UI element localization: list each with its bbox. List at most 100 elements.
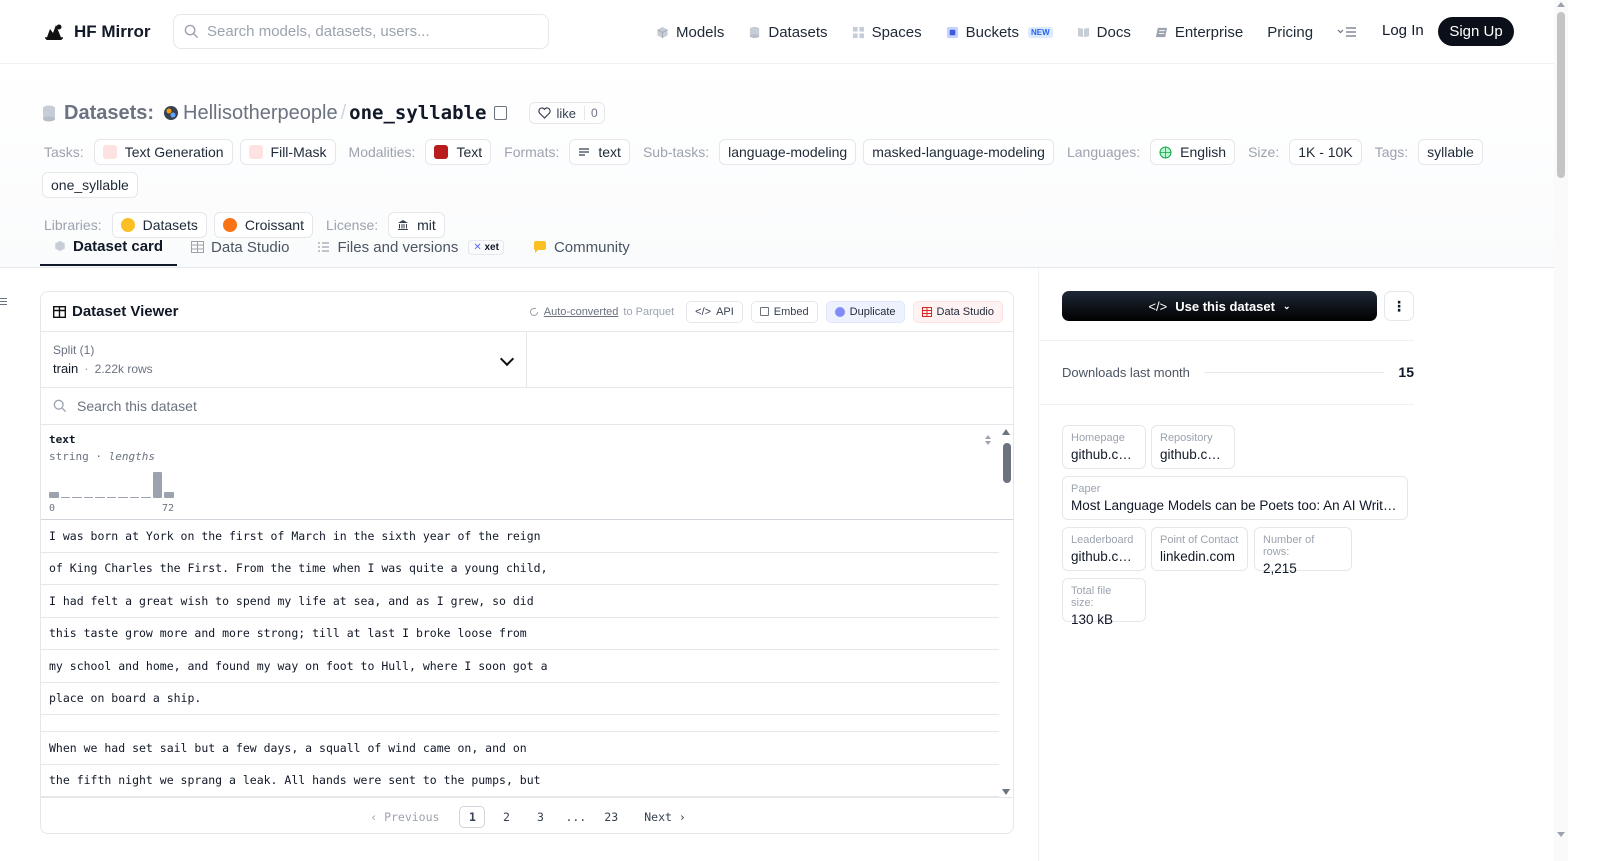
global-search[interactable] [173, 14, 549, 49]
page-scrollbar[interactable] [1554, 0, 1568, 861]
dataset-owner-name: Hellisotherpeople [183, 101, 338, 124]
brand-logo-icon [45, 24, 63, 40]
histogram-bar[interactable] [141, 496, 151, 498]
duplicate-button[interactable]: Duplicate [825, 300, 905, 323]
tab-dataset-card[interactable]: Dataset card [40, 228, 178, 266]
page-button-3[interactable]: 3 [527, 806, 553, 828]
top-navigation-bar: HF Mirror Models Datasets Spaces Buckets… [0, 0, 1554, 64]
table-scroll-down-arrow[interactable] [1002, 789, 1010, 795]
scroll-down-arrow[interactable] [1557, 832, 1565, 837]
auto-converted-link[interactable]: Auto-converted [544, 306, 619, 318]
nav-spaces[interactable]: Spaces [852, 24, 922, 41]
leaderboard-card[interactable]: Leaderboard github.com [1062, 527, 1146, 571]
histogram-bar[interactable] [129, 496, 139, 498]
dataset-name[interactable]: one_syllable [349, 102, 486, 124]
histogram-bar[interactable] [164, 491, 174, 498]
tag-modality-text[interactable]: Text [425, 139, 492, 165]
histogram-bar[interactable] [118, 496, 128, 498]
table-scroll-up-arrow[interactable] [1002, 429, 1010, 435]
tag-language-modeling[interactable]: language-modeling [719, 139, 857, 165]
histogram-bar[interactable] [106, 496, 116, 498]
dataset-viewer: Dataset Viewer Auto-converted to Parquet… [40, 291, 1014, 834]
tag-syllable[interactable]: syllable [1418, 139, 1483, 165]
column-type: string · lengths [49, 450, 155, 463]
page-button-1[interactable]: 1 [459, 805, 486, 828]
copy-icon[interactable] [494, 106, 508, 120]
dataset-owner[interactable]: Hellisotherpeople [164, 102, 338, 125]
table-row[interactable]: When we had set sail but a few days, a s… [41, 732, 999, 765]
owner-avatar [164, 106, 179, 120]
paper-card[interactable]: Paper Most Language Models can be Poets … [1062, 476, 1408, 520]
nav-enterprise[interactable]: Enterprise [1155, 24, 1243, 41]
histogram-bar[interactable] [152, 472, 162, 498]
cube-icon [55, 240, 65, 252]
previous-page-button[interactable]: ‹ Previous [366, 806, 443, 828]
table-row[interactable]: I was born at York on the first of March… [41, 520, 999, 553]
table-icon [191, 241, 205, 253]
brand-logo[interactable]: HF Mirror [42, 20, 151, 44]
page-button-2[interactable]: 2 [493, 806, 519, 828]
toc-toggle-icon[interactable] [0, 298, 8, 308]
histogram-bar[interactable] [83, 496, 93, 498]
tag-language-english[interactable]: English [1150, 139, 1236, 165]
homepage-card[interactable]: Homepage github.com [1062, 425, 1146, 469]
nav-buckets-label: Buckets [965, 23, 1019, 41]
tag-masked-language-modeling[interactable]: masked-language-modeling [863, 139, 1054, 165]
use-this-dataset-button[interactable]: </> Use this dataset ⌄ [1062, 291, 1377, 321]
more-options-button[interactable]: ⋮ [1384, 291, 1414, 321]
dataset-search[interactable] [41, 388, 1013, 425]
card-key: Paper [1071, 483, 1101, 495]
repository-card[interactable]: Repository github.com [1151, 425, 1235, 469]
table-row[interactable]: I had felt a great wish to spend my life… [41, 585, 999, 618]
lines-icon [579, 148, 590, 156]
nav-buckets[interactable]: Buckets NEW [946, 24, 1053, 41]
like-button[interactable]: like 0 [529, 102, 605, 124]
histogram-bar[interactable] [95, 496, 105, 498]
tag-one-syllable[interactable]: one_syllable [42, 172, 138, 198]
split-selector[interactable]: Split (1) train · 2.22k rows [41, 332, 527, 387]
tag-fill-mask[interactable]: Fill-Mask [239, 139, 336, 165]
point-of-contact-card[interactable]: Point of Contact linkedin.com [1151, 527, 1248, 571]
global-search-input[interactable] [207, 23, 527, 40]
embed-button[interactable]: Embed [750, 300, 818, 323]
viewer-actions: Auto-converted to Parquet </> API Embed D… [529, 300, 1003, 323]
table-row[interactable] [41, 715, 999, 732]
table-row[interactable]: my school and home, and found my way on … [41, 650, 999, 683]
tag-format-text[interactable]: text [569, 139, 630, 165]
heart-icon [538, 107, 552, 119]
nav-pricing[interactable]: Pricing [1267, 24, 1313, 41]
tag-text: one_syllable [51, 177, 129, 193]
table-row[interactable]: the fifth night we sprang a leak. All ha… [41, 765, 999, 797]
histogram-bar[interactable] [72, 496, 82, 498]
scrollbar-thumb[interactable] [1557, 12, 1565, 178]
nav-more-menu[interactable] [1337, 26, 1357, 38]
api-button[interactable]: </> API [686, 300, 743, 323]
column-header[interactable]: text string · lengths 0 72 [41, 425, 1013, 520]
table-scrollbar[interactable] [1001, 429, 1013, 797]
tab-community[interactable]: Community [518, 228, 644, 266]
login-link[interactable]: Log In [1382, 22, 1424, 39]
data-studio-button[interactable]: Data Studio [912, 300, 1003, 323]
table-row[interactable]: place on board a ship. [41, 683, 999, 715]
histogram-bar[interactable] [49, 491, 59, 498]
tag-size[interactable]: 1K - 10K [1289, 139, 1362, 165]
nav-models[interactable]: Models [656, 24, 724, 41]
pagination: ‹ Previous 1 2 3 ... 23 Next › [41, 797, 1013, 833]
nav-datasets[interactable]: Datasets [748, 24, 828, 41]
table-row[interactable]: this taste grow more and more strong; ti… [41, 618, 999, 650]
dataset-kind[interactable]: Datasets: [42, 102, 154, 125]
tab-data-studio[interactable]: Data Studio [177, 228, 303, 266]
histogram-bar[interactable] [60, 496, 70, 498]
sort-icon[interactable] [984, 434, 992, 446]
dataset-search-input[interactable] [77, 398, 677, 414]
scroll-up-arrow[interactable] [1557, 2, 1565, 7]
tag-text-generation[interactable]: Text Generation [93, 139, 233, 165]
downloads-sparkline [1203, 371, 1385, 373]
signup-button[interactable]: Sign Up [1438, 17, 1514, 46]
nav-docs[interactable]: Docs [1077, 24, 1131, 41]
tab-files-and-versions[interactable]: Files and versions ✕ xet [303, 228, 518, 266]
table-scrollbar-thumb[interactable] [1003, 443, 1011, 483]
table-row[interactable]: of King Charles the First. From the time… [41, 553, 999, 585]
next-page-button[interactable]: Next › [640, 806, 690, 828]
page-button-23[interactable]: 23 [598, 806, 624, 828]
